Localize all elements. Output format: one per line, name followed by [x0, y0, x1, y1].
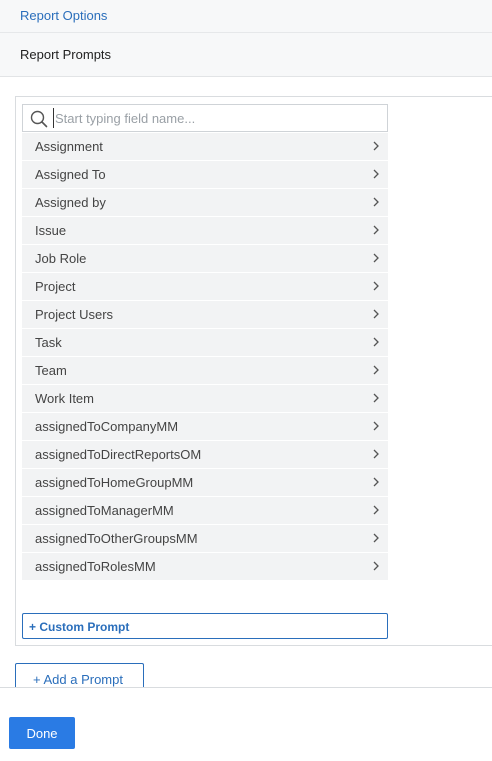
chevron-right-icon [373, 225, 379, 235]
list-item-label: Project [35, 279, 76, 294]
chevron-right-icon [373, 449, 379, 459]
list-item-label: assignedToDirectReportsOM [35, 447, 202, 462]
chevron-right-icon [373, 197, 379, 207]
custom-prompt-button[interactable]: + Custom Prompt [22, 613, 388, 639]
footer-band [0, 688, 492, 707]
list-item[interactable]: assignedToHomeGroupMM [22, 469, 388, 496]
list-item[interactable]: Issue [22, 217, 388, 244]
chevron-right-icon [373, 281, 379, 291]
list-item-label: assignedToCompanyMM [35, 419, 179, 434]
report-prompts-header: Report Prompts [0, 33, 492, 77]
add-prompt-button[interactable]: + Add a Prompt [15, 663, 144, 689]
list-item-label: Assigned To [35, 167, 106, 182]
list-item[interactable]: Task [22, 329, 388, 356]
list-item[interactable]: Project Users [22, 301, 388, 328]
chevron-right-icon [373, 141, 379, 151]
add-prompt-label: + Add a Prompt [33, 672, 123, 687]
chevron-right-icon [373, 393, 379, 403]
chevron-right-icon [373, 561, 379, 571]
list-item-label: Assignment [35, 139, 103, 154]
list-item-label: assignedToManagerMM [35, 503, 174, 518]
list-item[interactable]: assignedToManagerMM [22, 497, 388, 524]
list-item-label: Assigned by [35, 195, 106, 210]
chevron-right-icon [373, 505, 379, 515]
list-item[interactable]: assignedToDirectReportsOM [22, 441, 388, 468]
list-item-label: assignedToHomeGroupMM [35, 475, 194, 490]
list-item[interactable]: Assignment [22, 133, 388, 160]
list-item[interactable]: Job Role [22, 245, 388, 272]
chevron-right-icon [373, 477, 379, 487]
list-item[interactable]: assignedToOtherGroupsMM [22, 525, 388, 552]
report-options-bar: Report Options [0, 0, 492, 33]
search-input[interactable] [53, 108, 385, 128]
chevron-right-icon [373, 169, 379, 179]
list-item[interactable]: Work Item [22, 385, 388, 412]
chevron-right-icon [373, 253, 379, 263]
list-item-label: Team [35, 363, 67, 378]
chevron-right-icon [373, 365, 379, 375]
list-item[interactable]: Team [22, 357, 388, 384]
list-item-label: Issue [35, 223, 67, 238]
list-item[interactable]: Assigned by [22, 189, 388, 216]
list-item-label: assignedToOtherGroupsMM [35, 531, 198, 546]
chevron-right-icon [373, 533, 379, 543]
report-options-link[interactable]: Report Options [20, 8, 107, 23]
list-item-label: Job Role [35, 251, 87, 266]
list-item-label: assignedToRolesMM [35, 559, 156, 574]
list-item[interactable]: assignedToCompanyMM [22, 413, 388, 440]
list-item-label: Project Users [35, 307, 114, 322]
chevron-right-icon [373, 337, 379, 347]
list-item[interactable]: Assigned To [22, 161, 388, 188]
field-list: Assignment Assigned To Assigned by Issue Job… [22, 133, 388, 581]
search-icon [30, 110, 48, 128]
list-item[interactable]: assignedToRolesMM [22, 553, 388, 580]
custom-prompt-label: + Custom Prompt [29, 620, 130, 634]
list-item[interactable]: Project [22, 273, 388, 300]
list-item-label: Work Item [35, 391, 94, 406]
chevron-right-icon [373, 309, 379, 319]
list-item-label: Task [35, 335, 62, 350]
field-search-box[interactable] [22, 104, 388, 132]
chevron-right-icon [373, 421, 379, 431]
section-title: Report Prompts [20, 47, 112, 62]
done-button[interactable]: Done [9, 717, 75, 749]
